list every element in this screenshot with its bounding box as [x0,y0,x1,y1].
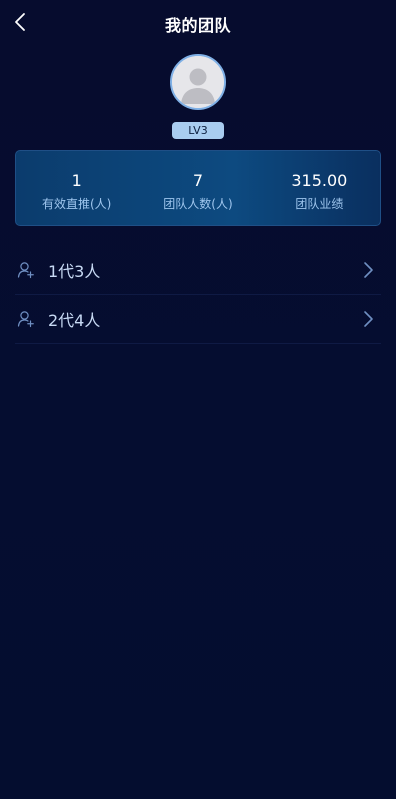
add-user-icon [17,311,34,328]
avatar[interactable] [170,54,226,110]
generation-list: 1代3人 2代4人 [15,246,381,344]
stat-label: 团队业绩 [295,197,344,211]
stat-team-performance[interactable]: 315.00 团队业绩 [259,151,380,225]
header: 我的团队 [0,0,396,46]
stat-value: 1 [71,171,82,190]
list-item-label: 2代4人 [48,311,101,330]
stat-value: 7 [192,171,204,190]
list-item-label: 1代3人 [48,262,101,281]
add-user-icon [17,262,34,279]
stat-direct-referrals[interactable]: 1 有效直推(人) [16,151,137,225]
stats-card: 1 有效直推(人) 7 团队人数(人) 315.00 团队业绩 [15,150,381,226]
list-item[interactable]: 2代4人 [15,295,381,344]
stat-value: 315.00 [291,171,348,190]
stat-team-members[interactable]: 7 团队人数(人) [137,151,258,225]
page-title: 我的团队 [164,16,231,35]
stat-label: 有效直推(人) [41,197,112,211]
stat-label: 团队人数(人) [163,197,233,211]
chevron-right-icon [364,262,373,278]
list-item[interactable]: 1代3人 [15,246,381,295]
user-avatar-icon [172,56,224,108]
team-page: 我的团队 LV3 1 有效直推(人) 7 团队人数(人) 315.00 团队业绩 [0,0,396,799]
level-badge: LV3 [172,122,224,139]
chevron-right-icon [364,311,373,327]
